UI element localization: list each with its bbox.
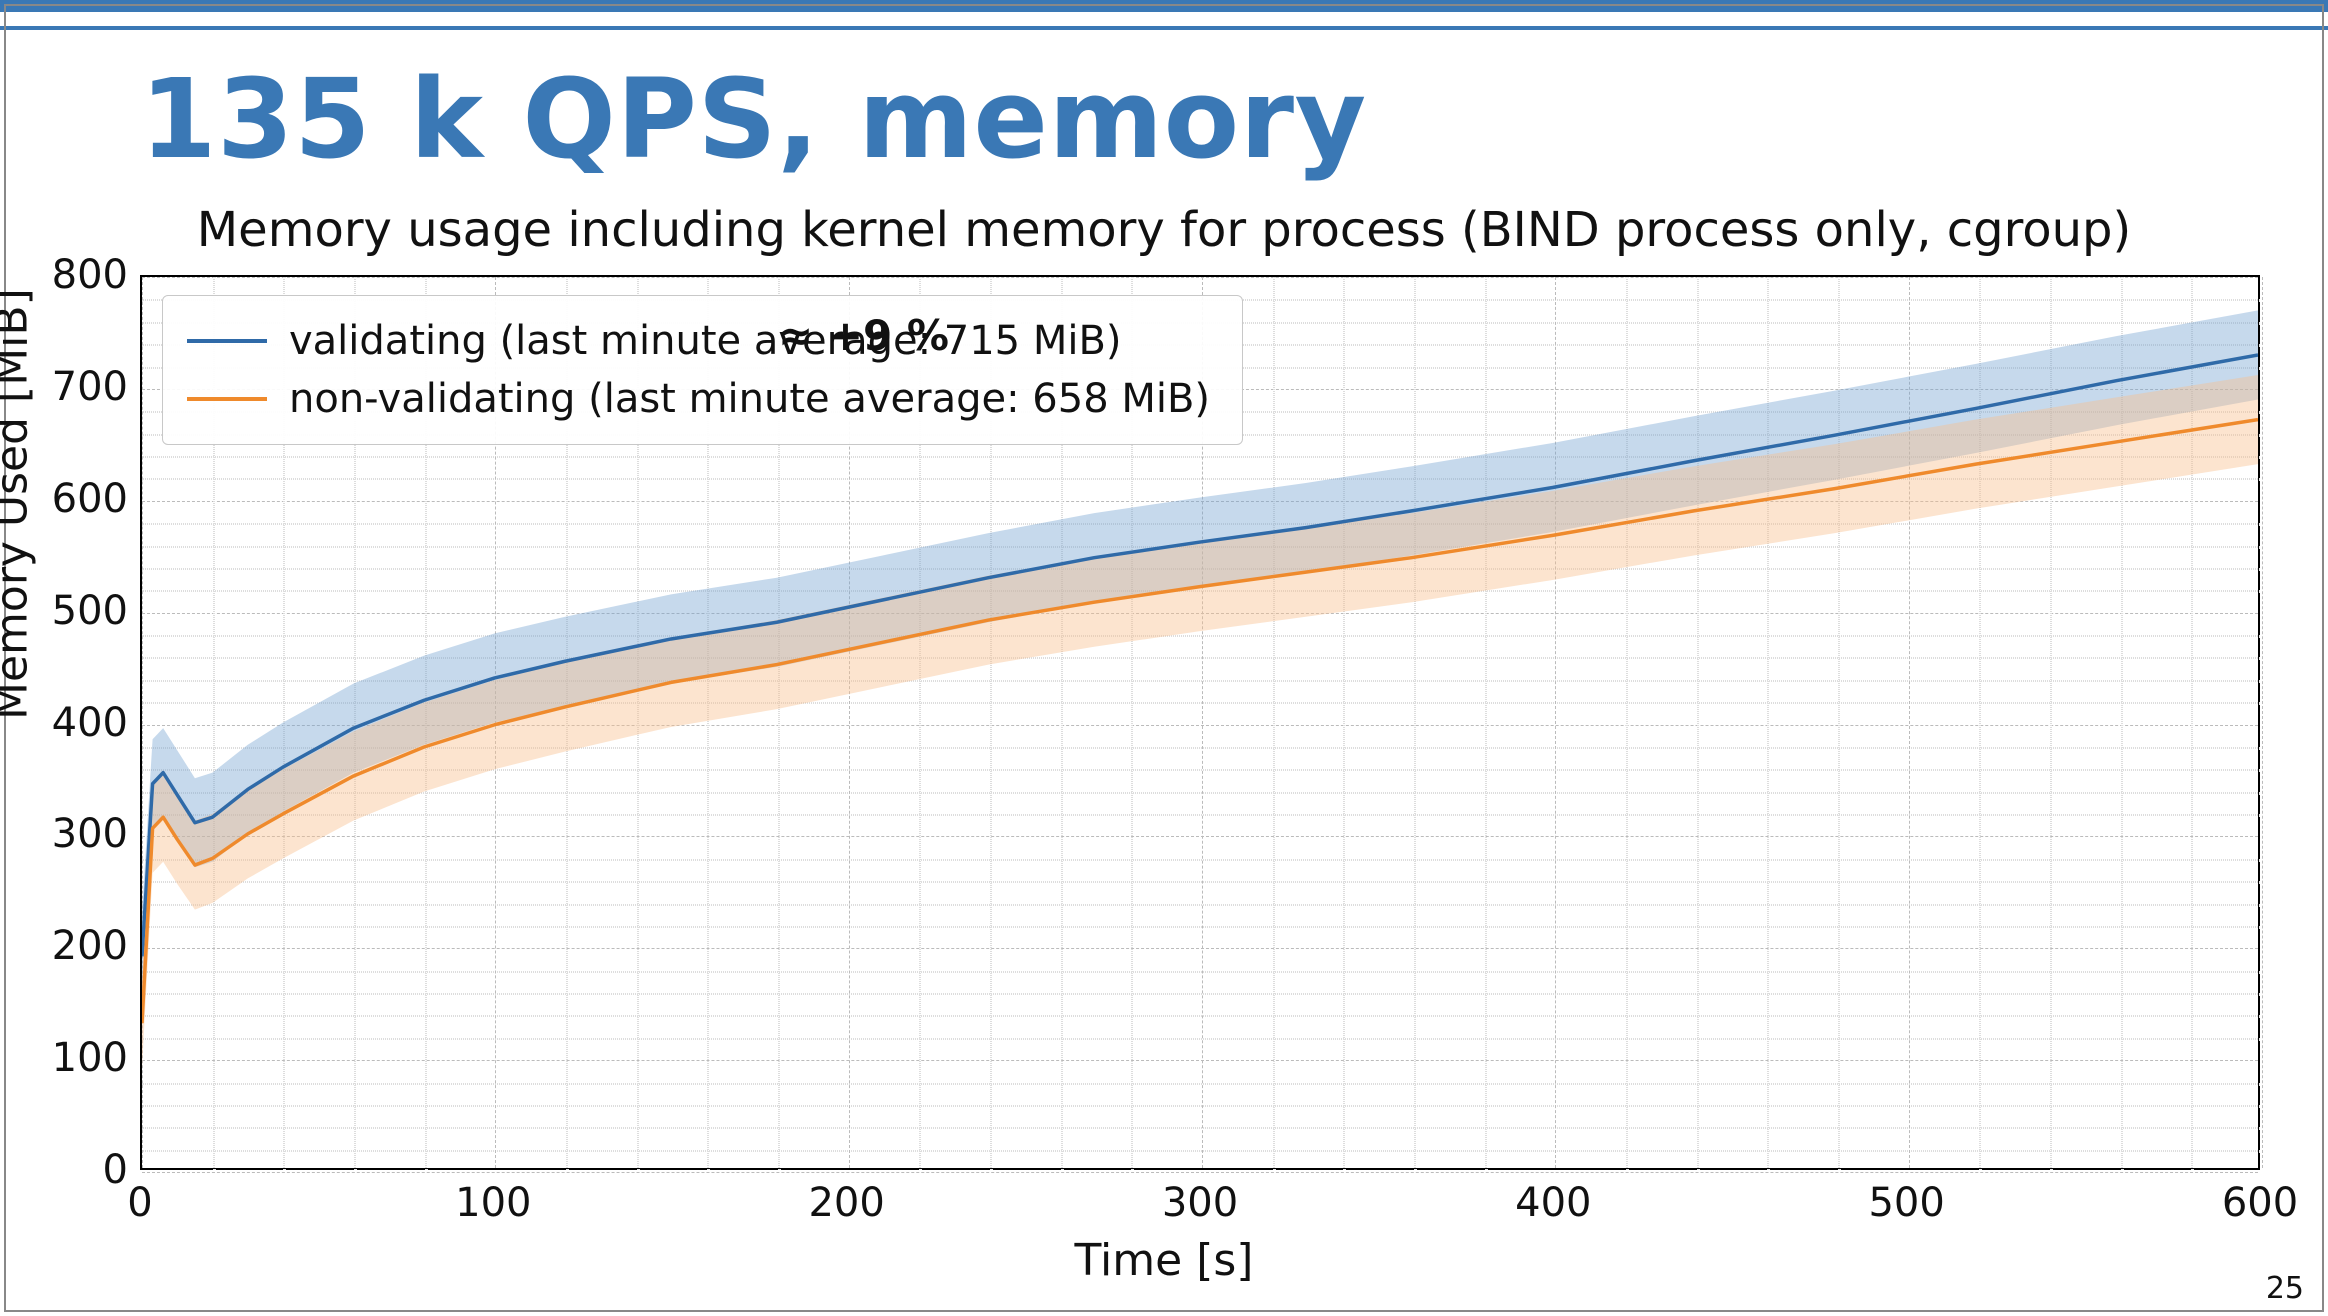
x-tick-label: 500	[1868, 1180, 1944, 1226]
series-band-non-validating	[142, 375, 2258, 1068]
y-tick-label: 500	[48, 588, 128, 634]
legend: validating (last minute average: 715 MiB…	[162, 295, 1243, 445]
legend-entry-nonvalidating: non-validating (last minute average: 658…	[183, 370, 1214, 428]
y-tick-label: 300	[48, 811, 128, 857]
plot-area: validating (last minute average: 715 MiB…	[140, 275, 2260, 1170]
legend-label-nonvalidating: non-validating (last minute average: 658…	[289, 376, 1210, 422]
page-number: 25	[2266, 1271, 2304, 1306]
chart-title: Memory usage including kernel memory for…	[0, 202, 2328, 258]
y-tick-label: 800	[48, 252, 128, 298]
y-tick-label: 600	[48, 476, 128, 522]
x-tick-label: 200	[808, 1180, 884, 1226]
x-tick-label: 400	[1515, 1180, 1591, 1226]
gridline-v	[2262, 277, 2263, 1168]
slide-title: 135 k QPS, memory	[140, 55, 1367, 183]
legend-swatch-validating	[187, 339, 267, 343]
y-tick-label: 400	[48, 700, 128, 746]
x-tick-label: 100	[455, 1180, 531, 1226]
legend-swatch-nonvalidating	[187, 397, 267, 401]
y-tick-label: 100	[48, 1035, 128, 1081]
x-tick-label: 0	[127, 1180, 152, 1226]
y-tick-label: 700	[48, 364, 128, 410]
gridline-h	[142, 1172, 2258, 1173]
x-tick-label: 600	[2222, 1180, 2298, 1226]
y-tick-label: 0	[48, 1147, 128, 1193]
legend-entry-validating: validating (last minute average: 715 MiB…	[183, 312, 1214, 370]
x-axis-label: Time [s]	[0, 1235, 2328, 1286]
y-axis-label: Memory Used [MiB]	[0, 288, 38, 720]
legend-label-validating: validating (last minute average: 715 MiB…	[289, 318, 1122, 364]
chart-annotation: ≈ +9 %	[778, 311, 949, 360]
y-tick-label: 200	[48, 923, 128, 969]
x-tick-label: 300	[1162, 1180, 1238, 1226]
